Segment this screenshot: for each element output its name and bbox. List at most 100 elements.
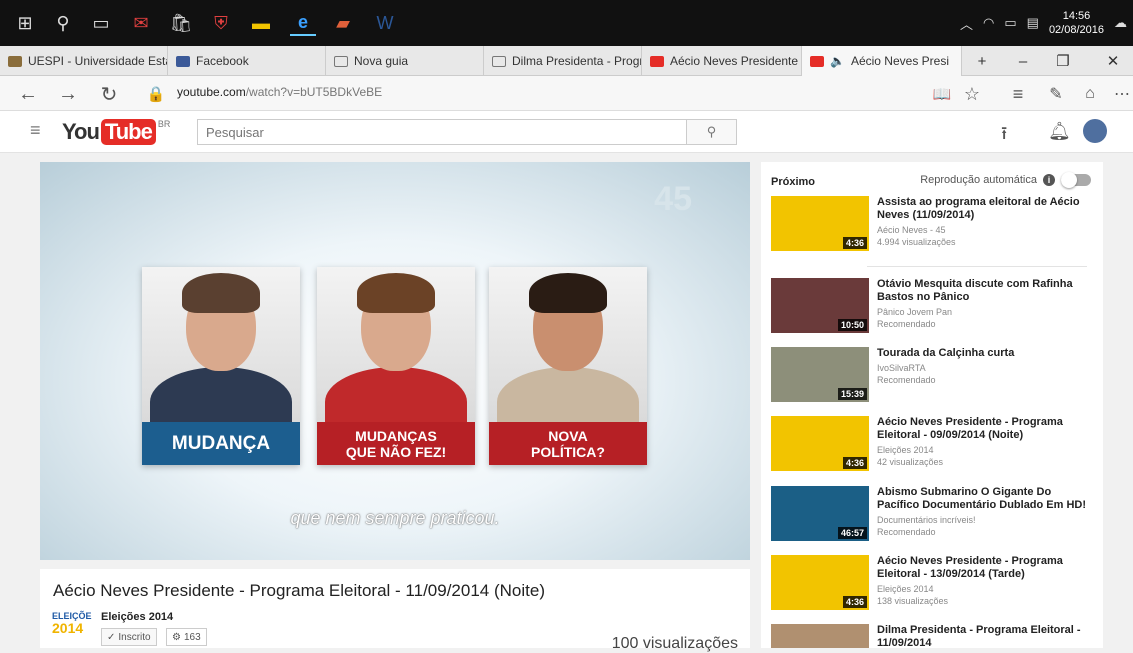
reading-view-icon[interactable]: 📖 [928, 80, 956, 108]
tab-aecio-active[interactable]: 🔈 Aécio Neves Presi ✕ [802, 46, 962, 76]
youtube-logo[interactable]: You Tube BR [62, 119, 170, 145]
address-bar[interactable]: youtube.com/watch?v=bUT5BDkVeBE [177, 85, 382, 99]
tab-uespi[interactable]: UESPI - Universidade Esta [0, 46, 168, 76]
related-video-item[interactable]: 4:36 Aécio Neves Presidente - Programa E… [771, 555, 1101, 615]
minimize-button[interactable]: – [1003, 46, 1043, 76]
related-video-title[interactable]: Abismo Submarino O Gigante Do Pacífico D… [877, 486, 1095, 512]
video-thumbnail[interactable]: 46:57 [771, 486, 869, 541]
related-video-meta: Recomendado [877, 375, 936, 385]
card-caption: MUDANÇAS QUE NÃO FEZ! [317, 422, 475, 465]
web-note-icon[interactable]: ✎ [1042, 80, 1070, 108]
speaker-icon: 🔈 [830, 54, 845, 68]
related-video-item[interactable]: 15:39 Tourada da Calçinha curta IvoSilva… [771, 347, 1101, 407]
related-video-item[interactable]: 10:50 Otávio Mesquita discute com Rafinh… [771, 278, 1101, 338]
forward-button[interactable]: → [54, 80, 82, 108]
mail-icon[interactable]: ✉ [128, 10, 154, 36]
favorite-star-icon[interactable]: ☆ [958, 80, 986, 108]
related-video-title[interactable]: Tourada da Calçinha curta [877, 347, 1095, 360]
video-thumbnail[interactable] [771, 624, 869, 648]
related-video-item[interactable]: Dilma Presidenta - Programa Eleitoral - … [771, 624, 1101, 648]
maximize-button[interactable]: ❐ [1043, 46, 1083, 76]
search-button[interactable]: ⚲ [686, 120, 736, 144]
related-video-item[interactable]: 4:36 Assista ao programa eleitoral de Aé… [771, 196, 1101, 256]
related-video-title[interactable]: Aécio Neves Presidente - Programa Eleito… [877, 555, 1095, 581]
new-tab-button[interactable]: + [962, 46, 1002, 76]
share-icon[interactable]: ⌂ [1076, 80, 1104, 108]
video-player[interactable]: 45 MUDANÇA MUDANÇAS QUE NÃO FEZ! NOVA PO… [40, 162, 750, 560]
candidate-card: MUDANÇAS QUE NÃO FEZ! [317, 267, 475, 465]
video-thumbnail[interactable]: 10:50 [771, 278, 869, 333]
notification-bell-icon[interactable]: 🔔︎ [1048, 121, 1071, 142]
channel-name[interactable]: Eleições 2014 [101, 611, 173, 623]
video-thumbnail[interactable]: 4:36 [771, 416, 869, 471]
related-video-title[interactable]: Dilma Presidenta - Programa Eleitoral - … [877, 624, 1095, 648]
search-input[interactable] [198, 120, 686, 144]
related-video-channel: Eleições 2014 [877, 445, 934, 455]
related-video-item[interactable]: 46:57 Abismo Submarino O Gigante Do Pací… [771, 486, 1101, 546]
refresh-button[interactable]: ↻ [95, 80, 123, 108]
more-icon[interactable]: ⋯ [1108, 80, 1133, 108]
url-domain: youtube.com [177, 85, 246, 99]
battery-icon[interactable]: ▭ [1004, 15, 1016, 31]
related-video-meta: Recomendado [877, 319, 936, 329]
tab-dilma[interactable]: Dilma Presidenta - Prograr [484, 46, 642, 76]
clock-time: 14:56 [1062, 10, 1091, 22]
file-explorer-icon[interactable]: ▬ [248, 10, 274, 36]
hub-icon[interactable]: ≡ [1004, 80, 1032, 108]
tab-facebook[interactable]: Facebook [168, 46, 326, 76]
mcafee-icon[interactable]: ⛨ [208, 10, 234, 36]
video-duration: 4:36 [842, 457, 867, 469]
task-view-icon[interactable]: ▭ [88, 10, 114, 36]
url-path: /watch?v=bUT5BDkVeBE [245, 85, 383, 99]
related-video-item[interactable]: 4:36 Aécio Neves Presidente - Programa E… [771, 416, 1101, 476]
system-tray: ︿ ◠ ▭ ▤ 14:56 02/08/2016 ☁ [960, 0, 1127, 46]
portrait-hair [529, 273, 607, 313]
related-video-title[interactable]: Otávio Mesquita discute com Rafinha Bast… [877, 278, 1095, 304]
facebook-favicon-icon [176, 55, 190, 67]
tab-label: UESPI - Universidade Esta [28, 54, 168, 68]
related-video-title[interactable]: Assista ao programa eleitoral de Aécio N… [877, 196, 1095, 222]
windows-icon[interactable]: ⊞ [12, 10, 38, 36]
channel-logo[interactable]: ELEIÇÕE 2014 [52, 611, 92, 643]
divider [867, 266, 1087, 267]
logo-you: You [62, 119, 100, 144]
chevron-up-icon[interactable]: ︿ [960, 14, 973, 33]
subscriber-count[interactable]: ⚙ 163 [166, 628, 207, 646]
autoplay-label: Reprodução automática [920, 174, 1037, 186]
autoplay-toggle[interactable] [1061, 172, 1091, 188]
back-button[interactable]: ← [14, 80, 42, 108]
video-thumbnail[interactable]: 4:36 [771, 196, 869, 251]
subscribed-button[interactable]: ✓ Inscrito [101, 628, 157, 646]
powerpoint-icon[interactable]: ▰ [330, 10, 356, 36]
related-video-meta: 42 visualizações [877, 457, 944, 467]
search-box: ⚲ [197, 119, 737, 145]
video-duration: 4:36 [842, 596, 867, 608]
word-icon[interactable]: W [372, 10, 398, 36]
gear-icon: ⚙ [172, 631, 181, 643]
candidate-card: MUDANÇA [142, 267, 300, 465]
channel-logo-year: 2014 [52, 620, 84, 636]
video-thumbnail[interactable]: 4:36 [771, 555, 869, 610]
weather-icon[interactable]: ☁ [1114, 15, 1127, 31]
store-icon[interactable]: 🛍 [168, 10, 194, 36]
autoplay-control: Reprodução automática i [920, 172, 1091, 188]
candidate-portrait [142, 267, 300, 437]
video-thumbnail[interactable]: 15:39 [771, 347, 869, 402]
upload-icon[interactable]: ⭱ [1001, 121, 1007, 151]
search-icon[interactable]: ⚲ [50, 10, 76, 36]
checkmark-icon: ✓ [107, 631, 116, 643]
tab-new-tab[interactable]: Nova guia [326, 46, 484, 76]
info-icon[interactable]: i [1043, 174, 1055, 186]
wifi-icon[interactable]: ◠ [983, 15, 994, 31]
tab-aecio-1[interactable]: Aécio Neves Presidente - I [642, 46, 802, 76]
avatar[interactable] [1083, 119, 1107, 143]
close-window-button[interactable]: ✕ [1093, 46, 1133, 76]
edge-icon[interactable]: e [290, 10, 316, 36]
logo-tube: Tube [100, 119, 156, 145]
menu-icon[interactable]: ≡ [30, 120, 41, 141]
portrait-hair [357, 273, 435, 313]
video-duration: 15:39 [837, 388, 867, 400]
notification-icon[interactable]: ▤ [1027, 15, 1039, 31]
clock[interactable]: 14:56 02/08/2016 [1049, 9, 1104, 37]
related-video-title[interactable]: Aécio Neves Presidente - Programa Eleito… [877, 416, 1095, 442]
